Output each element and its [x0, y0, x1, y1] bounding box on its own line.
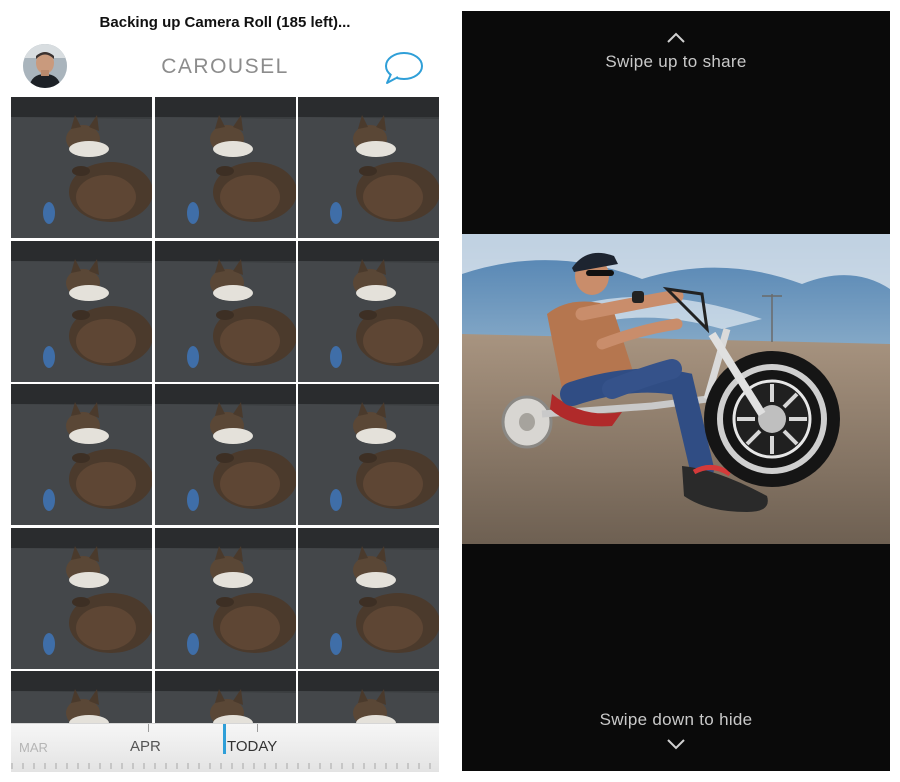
photo-tile[interactable] — [11, 240, 152, 382]
timeline-scrubber[interactable]: MAR APR TODAY — [11, 723, 439, 772]
photo-grid — [11, 97, 439, 723]
cat-photo-thumbnail — [154, 671, 296, 723]
drift-trike-photo — [462, 234, 890, 544]
photo-tile[interactable] — [154, 240, 296, 382]
cat-photo-thumbnail — [11, 240, 152, 382]
cat-photo-thumbnail — [154, 384, 296, 525]
photo-tile[interactable] — [11, 527, 152, 669]
photo-tile[interactable] — [298, 671, 439, 723]
cat-photo-thumbnail — [154, 97, 296, 238]
chevron-down-icon — [667, 739, 685, 750]
speech-bubble-icon — [385, 52, 423, 84]
cat-photo-thumbnail — [154, 240, 296, 382]
swipe-down-hint: Swipe down to hide — [599, 710, 753, 729]
swipe-up-hint: Swipe up to share — [605, 52, 747, 71]
cat-photo-thumbnail — [298, 97, 439, 238]
cat-photo-thumbnail — [11, 671, 152, 723]
timeline-dots — [11, 763, 439, 769]
photo-tile[interactable] — [298, 384, 439, 525]
timeline-label-today[interactable]: TODAY — [227, 738, 277, 755]
timeline-label-mar[interactable]: MAR — [19, 740, 48, 755]
photo-viewer-screen[interactable]: Swipe up to share Swipe down to hide — [462, 11, 890, 771]
cat-photo-thumbnail — [298, 384, 439, 525]
photo-tile[interactable] — [11, 384, 152, 525]
featured-photo[interactable] — [462, 234, 890, 544]
cat-photo-thumbnail — [154, 527, 296, 669]
photo-tile[interactable] — [154, 384, 296, 525]
photo-tile[interactable] — [154, 671, 296, 723]
photo-tile[interactable] — [154, 97, 296, 238]
chevron-up-icon — [667, 32, 685, 43]
timeline-tick — [257, 724, 258, 732]
timeline-cursor[interactable] — [223, 724, 226, 754]
photo-tile[interactable] — [298, 527, 439, 669]
photo-tile[interactable] — [11, 671, 152, 723]
cat-photo-thumbnail — [11, 97, 152, 238]
timeline-label-apr[interactable]: APR — [130, 738, 161, 755]
photo-tile[interactable] — [11, 97, 152, 238]
cat-photo-thumbnail — [11, 384, 152, 525]
carousel-app-screen: Backing up Camera Roll (185 left)... CAR… — [0, 0, 450, 782]
photo-tile[interactable] — [298, 97, 439, 238]
cat-photo-thumbnail — [298, 671, 439, 723]
cat-photo-thumbnail — [298, 240, 439, 382]
timeline-tick — [148, 724, 149, 732]
cat-photo-thumbnail — [11, 527, 152, 669]
messages-button[interactable] — [382, 48, 426, 88]
backup-status-text: Backing up Camera Roll (185 left)... — [99, 14, 351, 31]
photo-tile[interactable] — [298, 240, 439, 382]
photo-tile[interactable] — [154, 527, 296, 669]
cat-photo-thumbnail — [298, 527, 439, 669]
